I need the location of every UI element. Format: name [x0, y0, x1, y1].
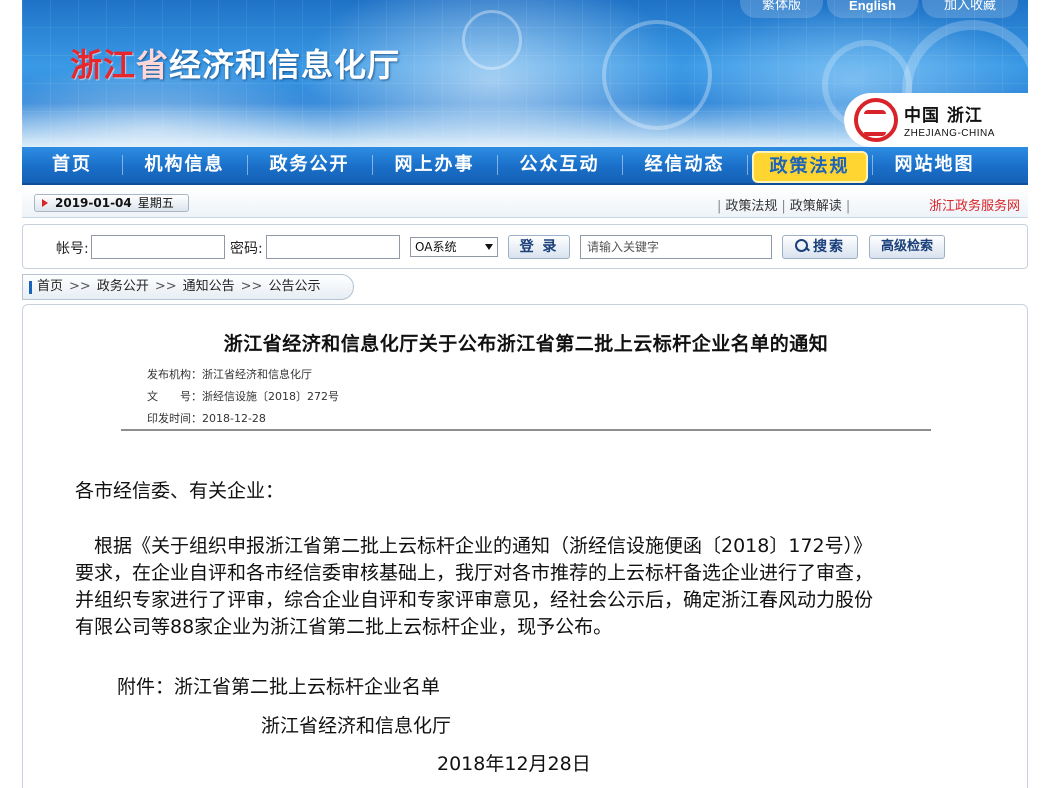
search-input[interactable]: 请输入关键字	[580, 235, 772, 259]
system-select[interactable]: OA系统	[410, 237, 498, 257]
article-title: 浙江省经济和信息化厅关于公布浙江省第二批上云标杆企业名单的通知	[223, 333, 829, 355]
chevron-down-icon	[485, 244, 493, 250]
nav-gov-affairs[interactable]: 政务公开	[247, 146, 372, 184]
policy-link[interactable]: 政策法规	[722, 199, 780, 214]
english-link[interactable]: English	[827, 0, 918, 18]
breadcrumb-gov-affairs[interactable]: 政务公开	[97, 279, 149, 294]
breadcrumb: 首页 >> 政务公开 >> 通知公告 >> 公告公示	[22, 274, 354, 300]
nav-sitemap[interactable]: 网站地图	[872, 146, 997, 184]
nav-news[interactable]: 经信动态	[622, 146, 747, 184]
nav-org-info[interactable]: 机构信息	[122, 146, 247, 184]
salutation: 各市经信委、有关企业：	[75, 480, 285, 502]
advanced-search-button[interactable]: 高级检索	[869, 235, 945, 259]
search-icon	[795, 239, 809, 253]
meta-doc-number: 文 号：浙经信设施〔2018〕272号	[147, 390, 339, 403]
breadcrumb-notices[interactable]: 通知公告	[183, 279, 235, 294]
policy-links: | 政策法规 | 政策解读 |	[717, 199, 851, 214]
red-arrow-icon	[42, 199, 48, 207]
breadcrumb-announcements[interactable]: 公告公示	[268, 279, 320, 294]
search-button[interactable]: 搜索	[782, 235, 858, 259]
date-display: 2019-01-04 星期五	[34, 194, 189, 212]
password-label: 密码:	[230, 241, 263, 257]
meta-issuer: 发布机构：浙江省经济和信息化厅	[147, 368, 312, 381]
nav-policies[interactable]: 政策法规	[747, 146, 872, 184]
nav-home[interactable]: 首页	[22, 146, 122, 184]
page: 浙江省经济和信息化厅 繁体版 English 加入收藏 中国 浙江 ZHEJIA…	[22, 0, 1028, 788]
article: 浙江省经济和信息化厅关于公布浙江省第二批上云标杆企业名单的通知 发布机构：浙江省…	[22, 304, 1028, 788]
body-paragraph: 根据《关于组织申报浙江省第二批上云标杆企业的通知（浙经信设施便函〔2018〕17…	[75, 535, 874, 638]
top-links: 繁体版 English 加入收藏	[736, 0, 1018, 18]
nav-public-interaction[interactable]: 公众互动	[497, 146, 622, 184]
sign-date: 2018年12月28日	[437, 753, 591, 775]
gear-decoration-icon	[602, 20, 712, 130]
breadcrumb-home[interactable]: 首页	[37, 279, 63, 294]
add-favorite-link[interactable]: 加入收藏	[921, 0, 1018, 18]
account-label: 帐号:	[56, 241, 89, 257]
traditional-chinese-link[interactable]: 繁体版	[740, 0, 824, 18]
gear-decoration-icon	[462, 10, 522, 70]
account-input[interactable]	[91, 235, 225, 259]
nav-online-services[interactable]: 网上办事	[372, 146, 497, 184]
date-bar: 2019-01-04 星期五 | 政策法规 | 政策解读 | 浙江政务服务网	[22, 187, 1028, 218]
gov-service-link[interactable]: 浙江政务服务网	[929, 195, 1020, 214]
main-nav: 首页 机构信息 政务公开 网上办事 公众互动 经信动态 政策法规 网站地图	[22, 147, 1028, 185]
meta-issue-date: 印发时间：2018-12-28	[147, 412, 266, 425]
header-banner: 浙江省经济和信息化厅 繁体版 English 加入收藏 中国 浙江 ZHEJIA…	[22, 0, 1028, 147]
zhejiang-china-logo[interactable]: 中国 浙江 ZHEJIANG-CHINA	[844, 93, 1028, 147]
policy-interpretation-link[interactable]: 政策解读	[787, 199, 845, 214]
login-button[interactable]: 登 录	[508, 235, 570, 259]
zhejiang-logo-icon	[854, 98, 898, 142]
meta-divider	[121, 429, 931, 431]
attachment-line[interactable]: 附件：浙江省第二批上云标杆企业名单	[117, 672, 440, 699]
site-title[interactable]: 浙江省经济和信息化厅	[70, 40, 400, 86]
signature: 浙江省经济和信息化厅	[261, 715, 452, 737]
login-search-bar: 帐号: 密码: OA系统 登 录 请输入关键字 搜索 高级检索	[22, 224, 1028, 269]
password-input[interactable]	[266, 235, 400, 259]
